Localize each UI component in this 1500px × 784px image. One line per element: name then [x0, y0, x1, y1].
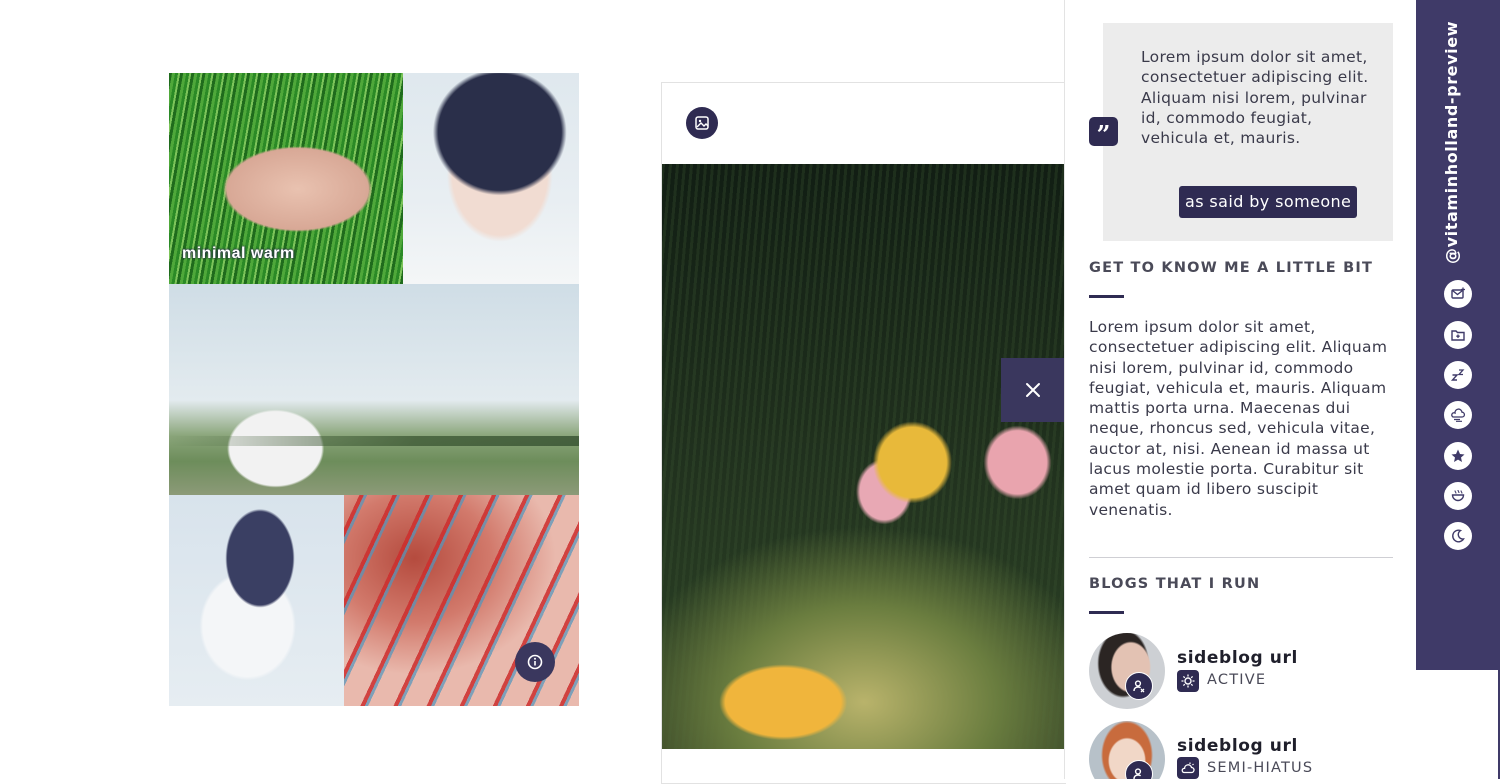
blogs-title: BLOGS THAT I RUN — [1089, 576, 1261, 592]
star-badge-icon[interactable] — [1444, 442, 1472, 470]
user-icon — [1133, 680, 1145, 693]
about-title: GET TO KNOW ME A LITTLE BIT — [1089, 260, 1374, 276]
status-icon-box — [1177, 670, 1199, 692]
status-icon-box — [1177, 757, 1199, 779]
smile-bowl-icon[interactable] — [1444, 482, 1472, 510]
photo-open-arms — [169, 495, 344, 706]
photo-tulips — [662, 164, 1066, 749]
mail-plus-icon[interactable] — [1444, 280, 1472, 308]
post-type-button[interactable] — [686, 107, 718, 139]
sidebar-panel: Lorem ipsum dolor sit amet, consectetuer… — [1064, 0, 1417, 779]
about-text: Lorem ipsum dolor sit amet, consectetuer… — [1089, 318, 1388, 519]
sun-icon — [1181, 674, 1195, 688]
photo-portrait — [403, 73, 579, 284]
avatar-badge — [1125, 672, 1153, 700]
moon-icon[interactable] — [1444, 522, 1472, 550]
user-icon — [1133, 768, 1142, 779]
sideblog-url[interactable]: sideblog url — [1177, 736, 1298, 756]
collage-caption: minimal warm — [182, 245, 295, 262]
quote-author: as said by someone — [1179, 186, 1358, 218]
quote-text: Lorem ipsum dolor sit amet, consectetuer… — [1141, 48, 1369, 148]
photo-field-car — [169, 284, 579, 495]
section-divider — [1089, 557, 1393, 558]
quote-icon: ” — [1089, 117, 1118, 149]
info-icon — [527, 654, 543, 670]
collage-post[interactable]: minimal warm — [169, 73, 579, 706]
close-icon — [1026, 383, 1040, 397]
sleep-zz-icon[interactable] — [1444, 361, 1472, 389]
blogs-title-rule — [1089, 611, 1124, 614]
about-title-rule — [1089, 295, 1124, 298]
vertical-navbar-gap — [1416, 670, 1500, 779]
sideblog-url[interactable]: sideblog url — [1177, 648, 1298, 668]
folder-icon[interactable] — [1444, 321, 1472, 349]
sideblog-status: ACTIVE — [1207, 672, 1267, 688]
blog-username[interactable]: @vitaminholland-preview — [1442, 21, 1461, 264]
sideblog-avatar[interactable] — [1089, 633, 1165, 709]
cloud-sun-icon — [1181, 762, 1195, 774]
photo-post[interactable] — [661, 82, 1066, 784]
image-icon — [695, 116, 709, 130]
quote-box: Lorem ipsum dolor sit amet, consectetuer… — [1103, 23, 1393, 241]
close-button[interactable] — [1001, 358, 1065, 422]
info-button[interactable] — [515, 642, 555, 682]
sideblog-status: SEMI-HIATUS — [1207, 760, 1314, 776]
weather-icon[interactable] — [1444, 401, 1472, 429]
